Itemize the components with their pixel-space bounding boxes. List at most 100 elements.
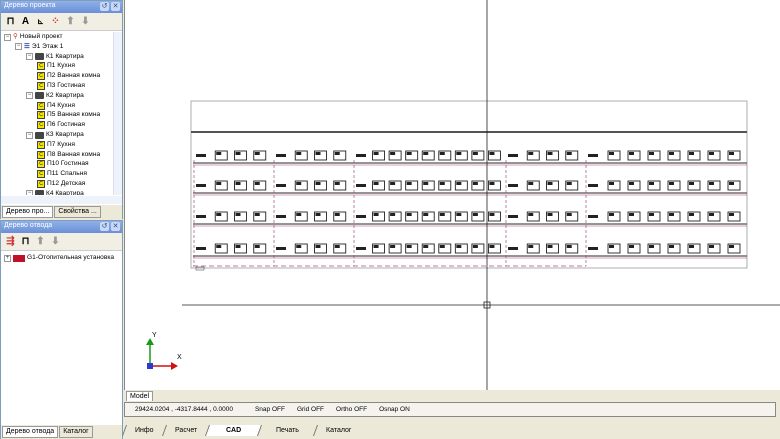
collapse-icon[interactable]: − [26,92,33,100]
tree-item-apartment[interactable]: − К3 Квартира [26,130,84,140]
valve [508,215,518,218]
apartment-icon [35,190,44,195]
tab-cad[interactable]: CAD [204,425,262,436]
axis-x-label: X [177,354,182,361]
radiator-mark [406,245,412,248]
radiator-mark [669,245,674,248]
tree-item-room[interactable]: C П6 Гостиная [37,120,85,130]
valve [588,154,598,157]
tree-item-room[interactable]: C П3 Гостиная [37,81,85,91]
tree-item-label: Э1 Этаж 1 [31,42,64,50]
close-icon[interactable]: ✕ [111,2,120,11]
arrow-up-icon[interactable]: ⬆ [35,236,46,247]
arrow-up-icon[interactable]: ⬆ [65,16,76,27]
radiator-mark [439,182,445,185]
radiator-mark [406,213,412,216]
radiator-mark [528,245,534,248]
valve [196,215,206,218]
bottom-tabs: Инфо Расчет CAD Печать Каталог [121,425,364,436]
room-icon: C [37,72,45,81]
pin-icon[interactable]: ↺ [100,222,109,231]
tree-item-room[interactable]: C П1 Кухня [37,61,75,71]
radiator-mark [629,182,634,185]
radiator-mark [566,213,572,216]
tree-item-label: П5 Ванная комна [47,111,101,119]
tree-item-room[interactable]: C П4 Кухня [37,101,75,111]
vertical-scrollbar[interactable] [113,32,122,195]
panel-title-bar: Дерево проекта ↺ ✕ [1,1,122,13]
radiator-mark [334,152,340,155]
panel-title: Дерево проекта [4,2,56,9]
tree-item-room[interactable]: C П7 Кухня [37,140,75,150]
room-icon: C [37,101,45,110]
collapse-icon[interactable]: − [4,33,11,41]
radiator-mark [629,152,634,155]
tree-item-apartment[interactable]: − К1 Квартира [26,52,84,62]
tree-item-room[interactable]: C П10 Гостиная [37,159,89,169]
tree-item-label: П11 Спальня [47,170,87,178]
room-icon: C [37,82,45,90]
tree-item-room[interactable]: C П8 Ванная комна [37,150,100,160]
radiator-mark [729,182,734,185]
radiator-mark [689,182,694,185]
grid-toggle[interactable]: Grid OFF [297,406,324,413]
radiator-mark [315,152,321,155]
snap-toggle[interactable]: Snap OFF [255,406,285,413]
chart-icon[interactable]: ⊾ [35,17,46,26]
tab-properties[interactable]: Свойства ... [54,206,101,218]
project-icon: ⚲ [13,33,18,40]
valve [588,184,598,187]
tree-item-label: П2 Ванная комна [47,72,101,80]
cad-canvas[interactable]: Y X [124,0,780,390]
tab-print[interactable]: Печать [256,425,317,436]
text-icon[interactable]: A [20,16,31,27]
tree-item-label: К4 Квартира [46,189,84,195]
osnap-toggle[interactable]: Osnap ON [379,406,410,413]
tree-item-floor[interactable]: − ☰ Э1 Этаж 1 [15,42,63,52]
expand-icon[interactable]: + [4,254,11,262]
ortho-toggle[interactable]: Ortho OFF [336,406,367,413]
cad-drawing[interactable] [125,0,780,390]
branch-icon[interactable]: ⇶ [5,236,16,247]
valve [276,154,286,157]
tab-catalog[interactable]: Каталог [59,426,93,438]
tree-item-room[interactable]: C П5 Ванная комна [37,110,100,120]
collapse-icon[interactable]: − [26,190,33,195]
tab-calc[interactable]: Расчет [161,425,209,436]
radiator-mark [334,182,340,185]
tree-item-room[interactable]: C П11 Спальня [37,169,87,179]
radiator-mark [649,152,654,155]
pin-icon[interactable]: ↺ [100,2,109,11]
tree-item-apartment[interactable]: − К2 Квартира [26,91,84,101]
radiator-mark [334,213,340,216]
radiator-mark [456,182,462,185]
tab-info[interactable]: Инфо [121,425,166,436]
model-tab[interactable]: Model [126,391,154,401]
tree-item-room[interactable]: C П2 Ванная комна [37,71,100,81]
radiator-icon[interactable]: ⊓ [20,236,31,247]
tree-item-apartment[interactable]: − К4 Квартира [26,189,84,195]
collapse-icon[interactable]: − [15,43,22,51]
collapse-icon[interactable]: − [26,131,33,139]
arrow-down-icon[interactable]: ⬇ [50,236,61,247]
building-outline [190,100,748,269]
radiator-mark [423,152,429,155]
tree-item-room[interactable]: C П12 Детская [37,179,85,189]
radiator-mark [472,245,478,248]
tab-project-tree[interactable]: Дерево про... [2,206,54,218]
radiator-icon[interactable]: ⊓ [5,16,16,27]
arrow-down-icon[interactable]: ⬇ [80,16,91,27]
tree-item-project[interactable]: − ⚲ Новый проект [4,32,63,42]
tab-branch-tree[interactable]: Дерево отвода [2,426,59,438]
radiator-mark [216,245,222,248]
valve [356,184,366,187]
radiator-mark [456,213,462,216]
valve [356,154,366,157]
radiator-mark [472,182,478,185]
tree-item-heating-unit[interactable]: + G1-Отопительная установка [4,253,114,263]
tab-catalog[interactable]: Каталог [312,425,364,436]
horizontal-scrollbar[interactable] [1,196,122,204]
close-icon[interactable]: ✕ [111,222,120,231]
collapse-icon[interactable]: − [26,53,33,61]
colors-icon[interactable]: ⁘ [50,16,61,27]
